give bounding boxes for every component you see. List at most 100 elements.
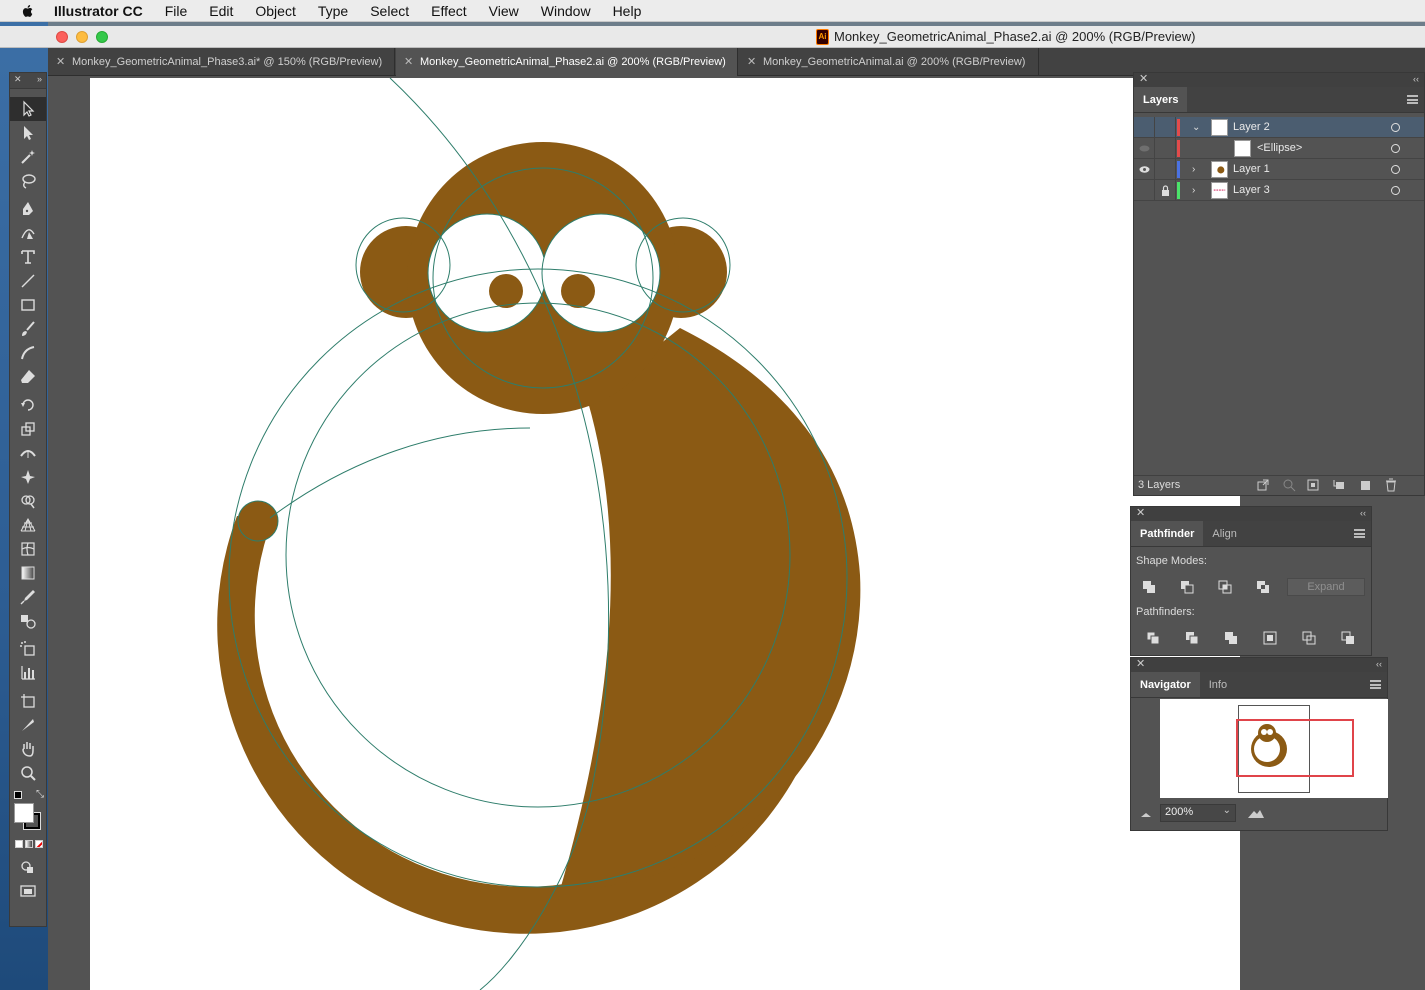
collapse-icon[interactable]: ‹‹ xyxy=(1360,507,1366,520)
trim-button[interactable] xyxy=(1182,628,1202,648)
layer-name[interactable]: Layer 1 xyxy=(1233,159,1270,180)
expand-chevron-icon[interactable]: › xyxy=(1192,180,1195,201)
divide-button[interactable] xyxy=(1143,628,1163,648)
target-circle-icon[interactable] xyxy=(1391,165,1400,174)
layer-row-layer-2[interactable]: ⌄ Layer 2 xyxy=(1134,117,1424,138)
target-circle-icon[interactable] xyxy=(1391,144,1400,153)
panel-header[interactable]: ✕ ‹‹ xyxy=(1131,658,1387,672)
slice-tool[interactable] xyxy=(10,713,46,737)
layer-name[interactable]: Layer 3 xyxy=(1233,180,1270,201)
fill-swatch[interactable] xyxy=(14,803,34,823)
export-icon[interactable] xyxy=(1256,478,1270,492)
type-tool[interactable] xyxy=(10,245,46,269)
monkey-right-pupil[interactable] xyxy=(561,274,595,308)
expand-chevron-icon[interactable]: › xyxy=(1192,159,1195,180)
minus-back-button[interactable] xyxy=(1338,628,1358,648)
blend-tool[interactable] xyxy=(10,609,46,633)
zoom-window-button[interactable] xyxy=(96,31,108,43)
color-mode-icon[interactable] xyxy=(15,840,23,848)
mesh-tool[interactable] xyxy=(10,537,46,561)
menu-help[interactable]: Help xyxy=(613,0,642,22)
close-tab-icon[interactable]: ✕ xyxy=(404,48,413,76)
swap-colors-icon[interactable]: ⤡ xyxy=(36,789,44,800)
monkey-artwork[interactable] xyxy=(90,78,1240,990)
navigator-preview[interactable] xyxy=(1160,699,1388,798)
zoom-field[interactable]: 200% ⌄ xyxy=(1160,804,1236,822)
outline-button[interactable] xyxy=(1299,628,1319,648)
new-layer-icon[interactable] xyxy=(1358,478,1372,492)
tab-navigator[interactable]: Navigator xyxy=(1131,672,1200,697)
perspective-grid-tool[interactable] xyxy=(10,513,46,537)
screen-mode-tool[interactable] xyxy=(10,879,46,903)
layer-row-layer-1[interactable]: › Layer 1 xyxy=(1134,159,1424,180)
visibility-toggle[interactable] xyxy=(1134,138,1155,159)
magic-wand-tool[interactable] xyxy=(10,145,46,169)
navigator-view-rectangle[interactable] xyxy=(1236,719,1354,777)
close-icon[interactable]: ✕ xyxy=(14,74,22,85)
eraser-tool[interactable] xyxy=(10,365,46,389)
lock-toggle[interactable] xyxy=(1155,180,1176,201)
collapse-icon[interactable]: » xyxy=(37,74,42,84)
close-window-button[interactable] xyxy=(56,31,68,43)
visibility-toggle[interactable] xyxy=(1134,180,1155,201)
direct-selection-tool[interactable] xyxy=(10,121,46,145)
monkey-body-crescent[interactable] xyxy=(560,328,861,891)
layer-name[interactable]: Layer 2 xyxy=(1233,117,1270,138)
object-name[interactable]: <Ellipse> xyxy=(1257,138,1302,159)
collapse-icon[interactable]: ‹‹ xyxy=(1413,73,1419,86)
hand-tool[interactable] xyxy=(10,737,46,761)
doc-tab-original[interactable]: ✕ Monkey_GeometricAnimal.ai @ 200% (RGB/… xyxy=(739,48,1039,76)
rectangle-tool[interactable] xyxy=(10,293,46,317)
panel-header[interactable]: ✕ ‹‹ xyxy=(1131,507,1371,521)
collapse-icon[interactable]: ‹‹ xyxy=(1376,658,1382,671)
menu-select[interactable]: Select xyxy=(370,0,409,22)
close-icon[interactable]: ✕ xyxy=(1136,658,1145,671)
apple-menu-icon[interactable] xyxy=(20,3,36,19)
none-mode-icon[interactable] xyxy=(35,840,43,848)
menu-type[interactable]: Type xyxy=(318,0,348,22)
target-circle-icon[interactable] xyxy=(1391,186,1400,195)
close-tab-icon[interactable]: ✕ xyxy=(56,48,65,76)
close-icon[interactable]: ✕ xyxy=(1136,507,1145,520)
gradient-tool[interactable] xyxy=(10,561,46,585)
doc-tab-phase3[interactable]: ✕ Monkey_GeometricAnimal_Phase3.ai* @ 15… xyxy=(48,48,395,76)
close-tab-icon[interactable]: ✕ xyxy=(747,48,756,76)
lock-toggle[interactable] xyxy=(1155,117,1176,138)
shaper-tool[interactable] xyxy=(10,341,46,365)
menu-view[interactable]: View xyxy=(489,0,519,22)
column-graph-tool[interactable] xyxy=(10,661,46,685)
minimize-window-button[interactable] xyxy=(76,31,88,43)
curvature-tool[interactable] xyxy=(10,221,46,245)
menu-file[interactable]: File xyxy=(165,0,188,22)
visibility-toggle[interactable] xyxy=(1134,159,1155,180)
app-menu[interactable]: Illustrator CC xyxy=(54,0,143,22)
clipping-mask-icon[interactable] xyxy=(1306,478,1320,492)
merge-button[interactable] xyxy=(1221,628,1241,648)
lock-toggle[interactable] xyxy=(1155,159,1176,180)
menu-effect[interactable]: Effect xyxy=(431,0,467,22)
panel-menu-icon[interactable] xyxy=(1354,529,1365,538)
exclude-button[interactable] xyxy=(1253,577,1273,597)
lock-toggle[interactable] xyxy=(1155,138,1176,159)
default-colors-icon[interactable] xyxy=(14,791,22,799)
puppet-warp-tool[interactable] xyxy=(10,465,46,489)
zoom-value[interactable]: 200% xyxy=(1165,806,1193,818)
trash-icon[interactable] xyxy=(1384,478,1398,492)
tab-layers[interactable]: Layers xyxy=(1134,87,1188,112)
new-sublayer-icon[interactable] xyxy=(1332,478,1346,492)
menu-window[interactable]: Window xyxy=(541,0,591,22)
menu-object[interactable]: Object xyxy=(255,0,295,22)
visibility-toggle[interactable] xyxy=(1134,117,1155,138)
chevron-down-icon[interactable]: ⌄ xyxy=(1223,805,1231,816)
lasso-tool[interactable] xyxy=(10,169,46,193)
crop-button[interactable] xyxy=(1260,628,1280,648)
target-circle-icon[interactable] xyxy=(1391,123,1400,132)
line-tool[interactable] xyxy=(10,269,46,293)
unite-button[interactable] xyxy=(1139,577,1159,597)
close-icon[interactable]: ✕ xyxy=(1139,73,1148,86)
artboard-tool[interactable] xyxy=(10,689,46,713)
minus-front-button[interactable] xyxy=(1177,577,1197,597)
tab-align[interactable]: Align xyxy=(1203,521,1245,546)
eyedropper-tool[interactable] xyxy=(10,585,46,609)
zoom-in-mountain-icon[interactable] xyxy=(1247,807,1265,819)
